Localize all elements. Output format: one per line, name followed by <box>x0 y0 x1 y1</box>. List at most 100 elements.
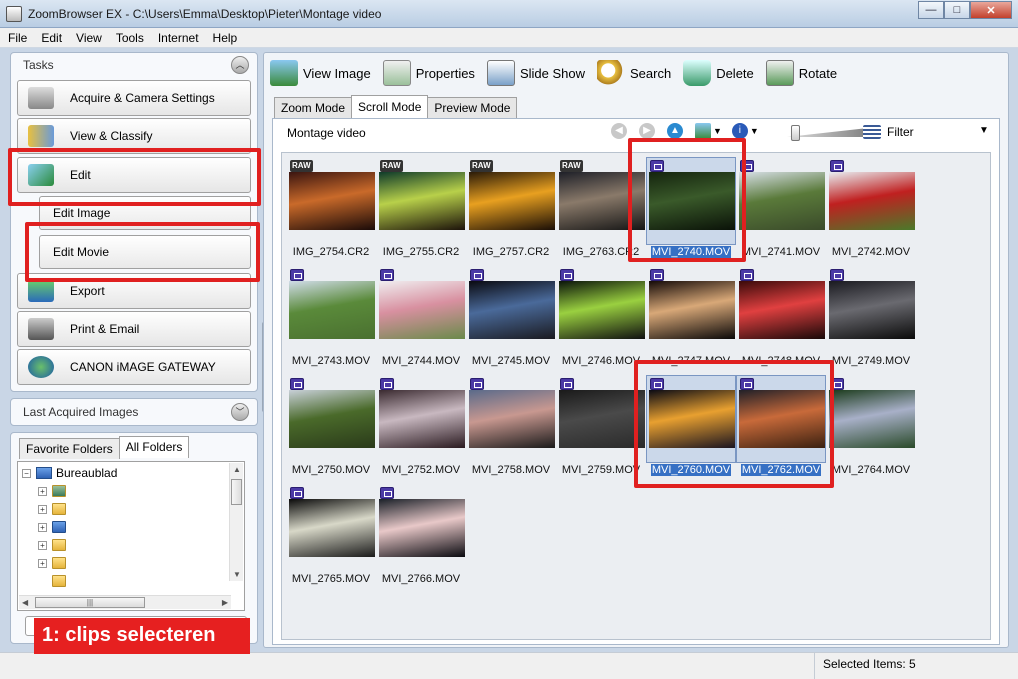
info-dropdown-icon[interactable]: ▼ <box>750 126 759 136</box>
tree-row[interactable]: + <box>38 554 66 572</box>
thumbnail-item[interactable]: MVI_2766.MOV <box>376 484 466 588</box>
scroll-down-icon[interactable]: ▼ <box>233 570 241 579</box>
rotate-button[interactable]: Rotate <box>765 60 837 86</box>
tab-zoom-mode[interactable]: Zoom Mode <box>274 97 353 118</box>
thumbnail-item[interactable]: MVI_2746.MOV <box>556 266 646 370</box>
printer-icon <box>28 318 54 340</box>
thumbnail-item[interactable]: RAW IMG_2754.CR2 <box>286 157 376 261</box>
thumbnail-item[interactable]: MVI_2742.MOV <box>826 157 916 261</box>
view-image-button[interactable]: View Image <box>270 60 371 86</box>
search-button[interactable]: Search <box>596 60 671 86</box>
thumbnail-filename-text: MVI_2752.MOV <box>381 464 461 476</box>
thumbnail-image <box>379 390 465 448</box>
collapse-tasks-icon[interactable]: ︿ <box>231 56 249 74</box>
menu-view[interactable]: View <box>76 31 102 45</box>
annotation-callout: 1: clips selecteren <box>34 618 250 654</box>
collapse-icon[interactable]: − <box>22 468 31 478</box>
tasks-heading: Tasks <box>23 58 54 72</box>
tree-row[interactable]: + <box>38 482 66 500</box>
thumbnail-item[interactable]: MVI_2752.MOV <box>376 375 466 479</box>
maximize-button[interactable]: □ <box>944 1 970 19</box>
expand-icon[interactable]: + <box>38 522 47 532</box>
thumbnail-item[interactable]: MVI_2743.MOV <box>286 266 376 370</box>
thumbnail-item[interactable]: RAW IMG_2755.CR2 <box>376 157 466 261</box>
tree-row-root[interactable]: − Bureaublad <box>22 464 117 482</box>
print-email-button[interactable]: Print & Email <box>17 311 251 347</box>
thumbnail-filename: MVI_2750.MOV <box>286 464 376 476</box>
menu-help[interactable]: Help <box>213 31 238 45</box>
forward-icon[interactable]: ▶ <box>639 123 655 139</box>
thumbnail-item[interactable]: MVI_2745.MOV <box>466 266 556 370</box>
up-folder-icon[interactable]: ▲ <box>667 123 683 139</box>
expand-icon[interactable]: + <box>38 540 47 550</box>
thumbnail-filename-text: MVI_2742.MOV <box>831 246 911 258</box>
folders-icon <box>28 125 54 147</box>
display-options-dropdown-icon[interactable]: ▼ <box>713 126 722 136</box>
expand-icon[interactable]: + <box>38 504 47 514</box>
scroll-up-icon[interactable]: ▲ <box>233 465 241 474</box>
tree-row[interactable]: + <box>38 500 66 518</box>
thumbnail-item[interactable]: MVI_2750.MOV <box>286 375 376 479</box>
thumbnail-item[interactable]: MVI_2764.MOV <box>826 375 916 479</box>
thumbnail-filename: IMG_2757.CR2 <box>466 246 556 258</box>
delete-button[interactable]: Delete <box>683 60 754 86</box>
canon-gateway-button[interactable]: CANON iMAGE GATEWAY <box>17 349 251 385</box>
scroll-right-icon[interactable]: ▶ <box>222 598 228 607</box>
movie-icon <box>560 269 574 281</box>
tab-preview-mode[interactable]: Preview Mode <box>427 97 518 118</box>
last-acquired-section: Last Acquired Images ﹀ <box>10 398 258 426</box>
thumbnail-filename-text: MVI_2743.MOV <box>291 355 371 367</box>
scroll-thumb[interactable]: ||| <box>35 597 145 608</box>
thumbnail-frame <box>646 266 736 354</box>
menu-internet[interactable]: Internet <box>158 31 199 45</box>
expand-last-acquired-icon[interactable]: ﹀ <box>231 403 249 421</box>
acquire-button[interactable]: Acquire & Camera Settings <box>17 80 251 116</box>
thumbnail-item[interactable]: MVI_2741.MOV <box>736 157 826 261</box>
thumbnail-filename-text: IMG_2754.CR2 <box>292 246 370 258</box>
thumbnail-item[interactable]: RAW IMG_2757.CR2 <box>466 157 556 261</box>
thumbnail-frame <box>376 484 466 572</box>
left-panel: Tasks ︿ Acquire & Camera Settings View &… <box>10 52 258 644</box>
tab-scroll-mode[interactable]: Scroll Mode <box>351 95 429 118</box>
menu-tools[interactable]: Tools <box>116 31 144 45</box>
scroll-left-icon[interactable]: ◀ <box>22 598 28 607</box>
view-classify-label: View & Classify <box>70 129 153 143</box>
back-icon[interactable]: ◀ <box>611 123 627 139</box>
thumbnail-filename: MVI_2746.MOV <box>556 355 646 367</box>
expand-icon[interactable]: + <box>38 486 47 496</box>
tree-row[interactable]: + <box>38 518 66 536</box>
filter-dropdown-icon[interactable]: ▼ <box>979 125 989 136</box>
thumbnail-item[interactable]: MVI_2748.MOV <box>736 266 826 370</box>
tree-row[interactable]: + <box>38 536 66 554</box>
info-icon[interactable]: i <box>731 123 748 139</box>
tree-horizontal-scrollbar[interactable]: ◀ ||| ▶ <box>19 595 231 609</box>
thumbnail-item[interactable]: MVI_2747.MOV <box>646 266 736 370</box>
slide-show-button[interactable]: Slide Show <box>486 60 585 86</box>
thumbnail-filename-text: MVI_2765.MOV <box>291 573 371 585</box>
thumbnail-item[interactable]: MVI_2749.MOV <box>826 266 916 370</box>
folder-tree[interactable]: − Bureaublad + + + + + ▲ ▼ ◀ ||| ▶ <box>17 461 245 611</box>
print-email-label: Print & Email <box>70 322 140 336</box>
tab-favorite-folders[interactable]: Favorite Folders <box>19 438 120 459</box>
folder-icon <box>52 503 66 515</box>
minimize-button[interactable]: — <box>918 1 944 19</box>
thumbnail-item[interactable]: MVI_2759.MOV <box>556 375 646 479</box>
thumbnail-item[interactable]: MVI_2765.MOV <box>286 484 376 588</box>
slider-knob[interactable] <box>791 125 800 141</box>
scroll-thumb[interactable] <box>231 479 242 505</box>
movie-icon <box>830 160 844 172</box>
tab-all-folders[interactable]: All Folders <box>118 436 190 458</box>
tree-row[interactable] <box>52 572 66 590</box>
display-options-icon[interactable] <box>695 123 711 139</box>
menu-bar: File Edit View Tools Internet Help <box>0 28 1018 48</box>
thumbnail-item[interactable]: MVI_2744.MOV <box>376 266 466 370</box>
filter-control[interactable]: Filter ▼ <box>863 125 989 139</box>
menu-file[interactable]: File <box>8 31 27 45</box>
tree-vertical-scrollbar[interactable]: ▲ ▼ <box>229 463 243 581</box>
close-button[interactable]: ✕ <box>970 1 1012 19</box>
thumbnail-image <box>289 281 375 339</box>
properties-button[interactable]: Properties <box>382 60 475 86</box>
expand-icon[interactable]: + <box>38 558 47 568</box>
menu-edit[interactable]: Edit <box>41 31 62 45</box>
thumbnail-item[interactable]: MVI_2758.MOV <box>466 375 556 479</box>
